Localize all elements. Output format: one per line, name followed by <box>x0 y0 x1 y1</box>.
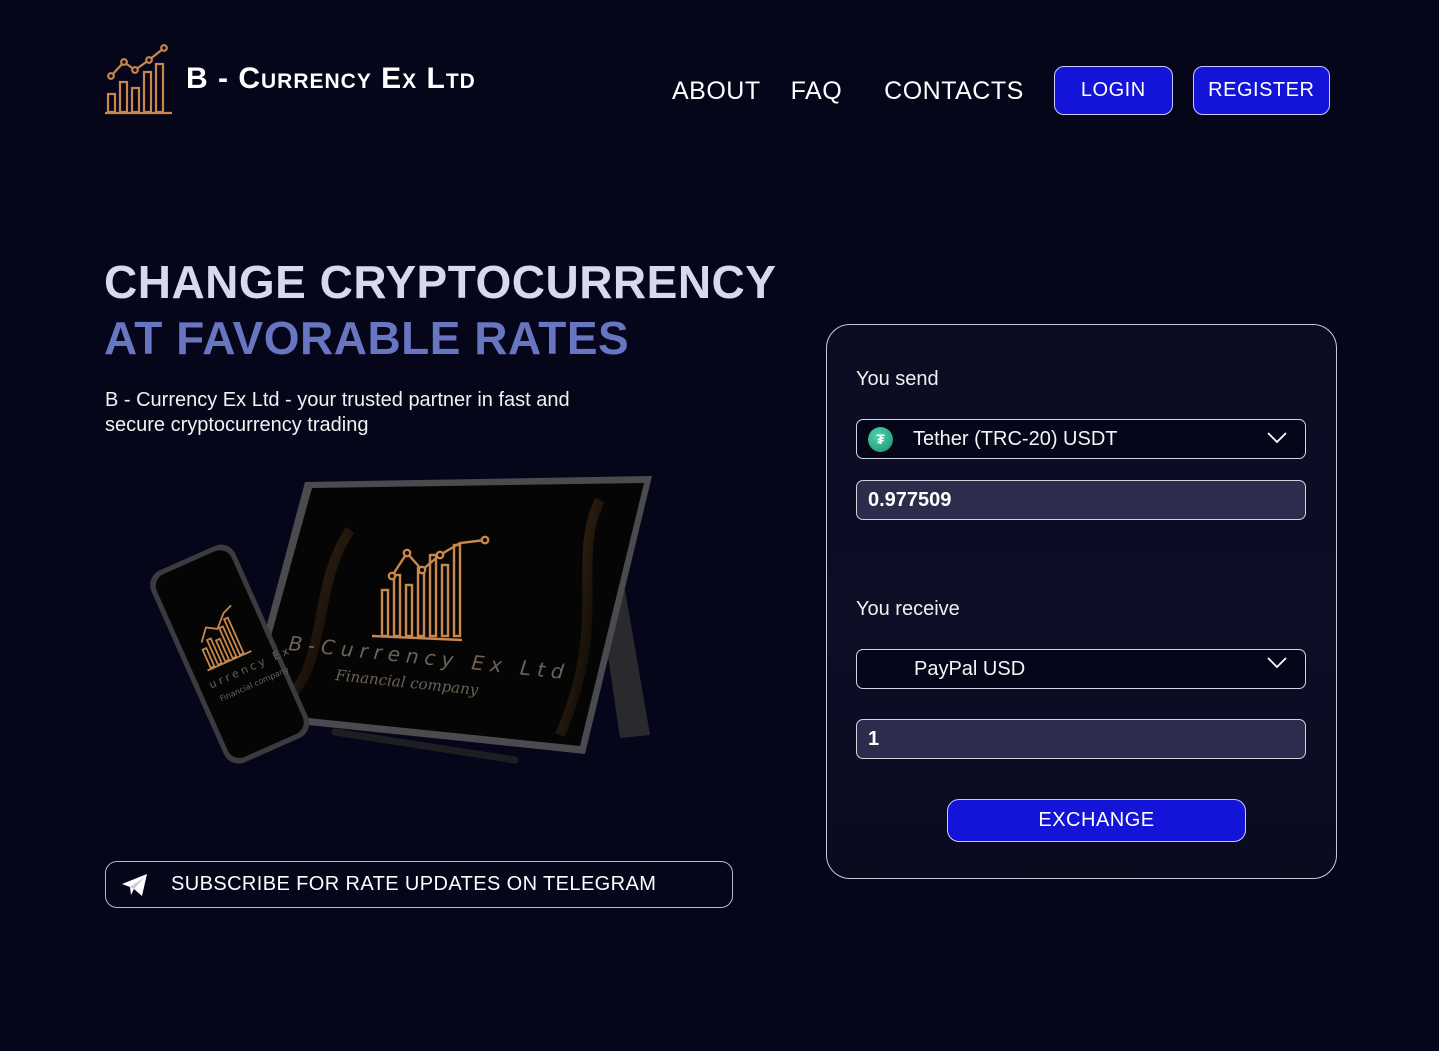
chevron-down-icon <box>1267 657 1287 669</box>
exchange-card: You send ₮ Tether (TRC-20) USDT You rece… <box>826 324 1337 879</box>
send-currency-value: Tether (TRC-20) USDT <box>913 427 1118 450</box>
send-amount-input[interactable] <box>856 480 1306 520</box>
register-button[interactable]: REGISTER <box>1192 66 1330 115</box>
tether-icon: ₮ <box>868 426 893 452</box>
exchange-button[interactable]: EXCHANGE <box>947 799 1246 842</box>
hero-title-line2: AT FAVORABLE RATES <box>104 312 630 364</box>
brand-logo[interactable]: B - Currency Ex Ltd <box>104 42 476 116</box>
receive-currency-value: PayPal USD <box>914 657 1026 680</box>
telegram-subscribe-label: SUBSCRIBE FOR RATE UPDATES ON TELEGRAM <box>171 873 657 895</box>
hero-title: CHANGE CRYPTOCURRENCY AT FAVORABLE RATES <box>104 254 776 366</box>
hero-title-line1: CHANGE CRYPTOCURRENCY <box>104 256 777 308</box>
brand-name: B - Currency Ex Ltd <box>186 62 476 95</box>
nav-contacts-link[interactable]: CONTACTS <box>884 67 1024 115</box>
chevron-down-icon <box>1267 432 1287 444</box>
telegram-plane-icon <box>122 873 147 896</box>
send-label: You send <box>856 368 939 390</box>
page: B - Currency Ex Ltd ABOUT FAQ CONTACTS L… <box>0 0 1439 1051</box>
main-nav: ABOUT FAQ CONTACTS LOGIN REGISTER <box>672 66 1330 115</box>
nav-about-link[interactable]: ABOUT <box>672 67 761 115</box>
send-currency-select[interactable]: ₮ Tether (TRC-20) USDT <box>856 419 1306 459</box>
hero-description: B - Currency Ex Ltd - your trusted partn… <box>105 389 570 436</box>
chart-logo-icon <box>105 44 172 115</box>
receive-currency-select[interactable]: PayPal USD <box>856 649 1306 689</box>
receive-amount-input[interactable] <box>856 719 1306 759</box>
devices-illustration: B-Currency Ex Ltd Financial company urre… <box>150 476 652 764</box>
telegram-subscribe-button[interactable]: SUBSCRIBE FOR RATE UPDATES ON TELEGRAM <box>105 861 733 908</box>
receive-label: You receive <box>856 598 960 620</box>
nav-faq-link[interactable]: FAQ <box>791 67 843 115</box>
login-button[interactable]: LOGIN <box>1053 66 1173 115</box>
